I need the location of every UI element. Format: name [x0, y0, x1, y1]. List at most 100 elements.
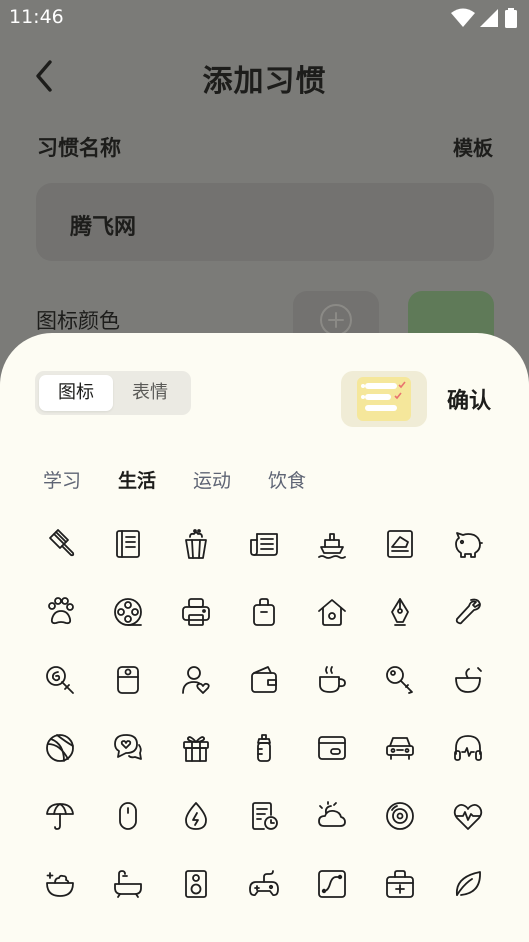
speaker-icon	[185, 870, 207, 898]
paw-icon	[48, 597, 74, 625]
icon-option[interactable]	[162, 714, 230, 782]
bathtub-icon	[114, 870, 142, 898]
film-reel-icon	[114, 598, 142, 626]
icon-option[interactable]	[298, 714, 366, 782]
printer-icon	[182, 598, 210, 626]
coffee-cup-icon	[319, 666, 346, 693]
habit-name-input[interactable]: 腾飞网	[36, 183, 494, 261]
key-icon	[386, 666, 413, 694]
icon-option[interactable]	[162, 782, 230, 850]
icon-option[interactable]	[366, 510, 434, 578]
bowl-icon	[455, 667, 482, 693]
icon-type-segmented-control: 图标 表情	[35, 371, 191, 415]
heartbeat-icon	[453, 803, 483, 830]
icon-option[interactable]	[434, 578, 502, 646]
popcorn-icon	[185, 529, 207, 559]
icon-option[interactable]	[298, 850, 366, 918]
icon-option[interactable]	[298, 578, 366, 646]
icon-option[interactable]	[230, 782, 298, 850]
fountain-pen-icon	[391, 598, 409, 626]
icon-option[interactable]	[26, 646, 94, 714]
icon-option[interactable]	[298, 782, 366, 850]
icon-option[interactable]	[162, 646, 230, 714]
ship-icon	[318, 533, 346, 559]
icon-option[interactable]	[366, 714, 434, 782]
icon-option[interactable]	[26, 510, 94, 578]
mouse-icon	[119, 802, 137, 830]
tab-sports[interactable]: 运动	[193, 466, 268, 493]
tab-study[interactable]: 学习	[43, 466, 118, 493]
icon-option[interactable]	[434, 510, 502, 578]
selected-icon-preview	[341, 371, 427, 427]
game-controller-icon	[249, 870, 279, 897]
icon-option[interactable]	[230, 850, 298, 918]
graph-card-icon	[318, 870, 346, 898]
newspaper-icon	[250, 533, 278, 556]
icon-option[interactable]	[94, 714, 162, 782]
battery-icon	[505, 8, 517, 28]
popsicle-icon	[49, 529, 75, 557]
icon-option[interactable]	[434, 850, 502, 918]
car-icon	[386, 737, 414, 760]
icon-option[interactable]	[94, 578, 162, 646]
card-icon	[318, 736, 346, 760]
photo-frame-icon	[387, 530, 413, 558]
medical-kit-icon	[386, 870, 414, 898]
icon-option[interactable]	[230, 714, 298, 782]
tab-diet[interactable]: 饮食	[268, 466, 343, 493]
chat-heart-icon	[114, 734, 142, 760]
icon-option[interactable]	[230, 646, 298, 714]
user-heart-icon	[182, 666, 210, 694]
category-tabs: 学习 生活 运动 饮食	[43, 466, 343, 493]
baby-bottle-icon	[257, 734, 271, 762]
template-button[interactable]: 模板	[453, 132, 493, 161]
icon-option[interactable]	[26, 850, 94, 918]
checklist-icon	[357, 377, 411, 421]
habit-name-value: 腾飞网	[70, 215, 137, 240]
icon-option[interactable]	[298, 646, 366, 714]
icon-option[interactable]	[26, 714, 94, 782]
system-icons	[451, 8, 517, 28]
tab-life[interactable]: 生活	[118, 466, 193, 493]
home-icon	[318, 599, 346, 626]
icon-option[interactable]	[94, 782, 162, 850]
rice-cooker-icon	[117, 666, 139, 694]
icon-option[interactable]	[434, 714, 502, 782]
confirm-button[interactable]: 确认	[447, 383, 491, 415]
sun-cloud-icon	[318, 801, 346, 827]
icon-option[interactable]	[434, 782, 502, 850]
segment-icons[interactable]: 图标	[39, 375, 113, 411]
icon-option[interactable]	[26, 782, 94, 850]
icon-option[interactable]	[366, 850, 434, 918]
icon-option[interactable]	[26, 578, 94, 646]
segment-emoji[interactable]: 表情	[113, 375, 187, 411]
page-title: 添加习惯	[202, 64, 327, 99]
icon-option[interactable]	[94, 510, 162, 578]
icon-option[interactable]	[94, 850, 162, 918]
icon-picker-sheet: 图标 表情 确认 学习 生活 运动 饮食	[0, 333, 529, 942]
headphones-icon	[454, 735, 482, 761]
icon-option[interactable]	[162, 850, 230, 918]
icon-option[interactable]	[230, 510, 298, 578]
icon-option[interactable]	[366, 646, 434, 714]
disc-icon	[386, 802, 414, 830]
icon-option[interactable]	[94, 646, 162, 714]
status-bar: 11:46	[0, 0, 529, 36]
icon-option[interactable]	[230, 578, 298, 646]
salad-bowl-icon	[46, 872, 74, 897]
icon-option[interactable]	[298, 510, 366, 578]
icon-option[interactable]	[434, 646, 502, 714]
ball-icon	[46, 734, 74, 762]
leaf-icon	[456, 871, 481, 896]
notebook-icon	[116, 530, 140, 558]
icon-option[interactable]	[366, 782, 434, 850]
habit-name-label: 习惯名称	[37, 136, 121, 160]
icon-grid	[26, 510, 502, 918]
icon-option[interactable]	[162, 510, 230, 578]
icon-option[interactable]	[162, 578, 230, 646]
icon-option[interactable]	[366, 578, 434, 646]
bag-icon	[253, 598, 275, 626]
water-drop-icon	[185, 802, 207, 830]
signal-icon	[480, 9, 498, 27]
plus-circle-icon	[320, 304, 352, 336]
